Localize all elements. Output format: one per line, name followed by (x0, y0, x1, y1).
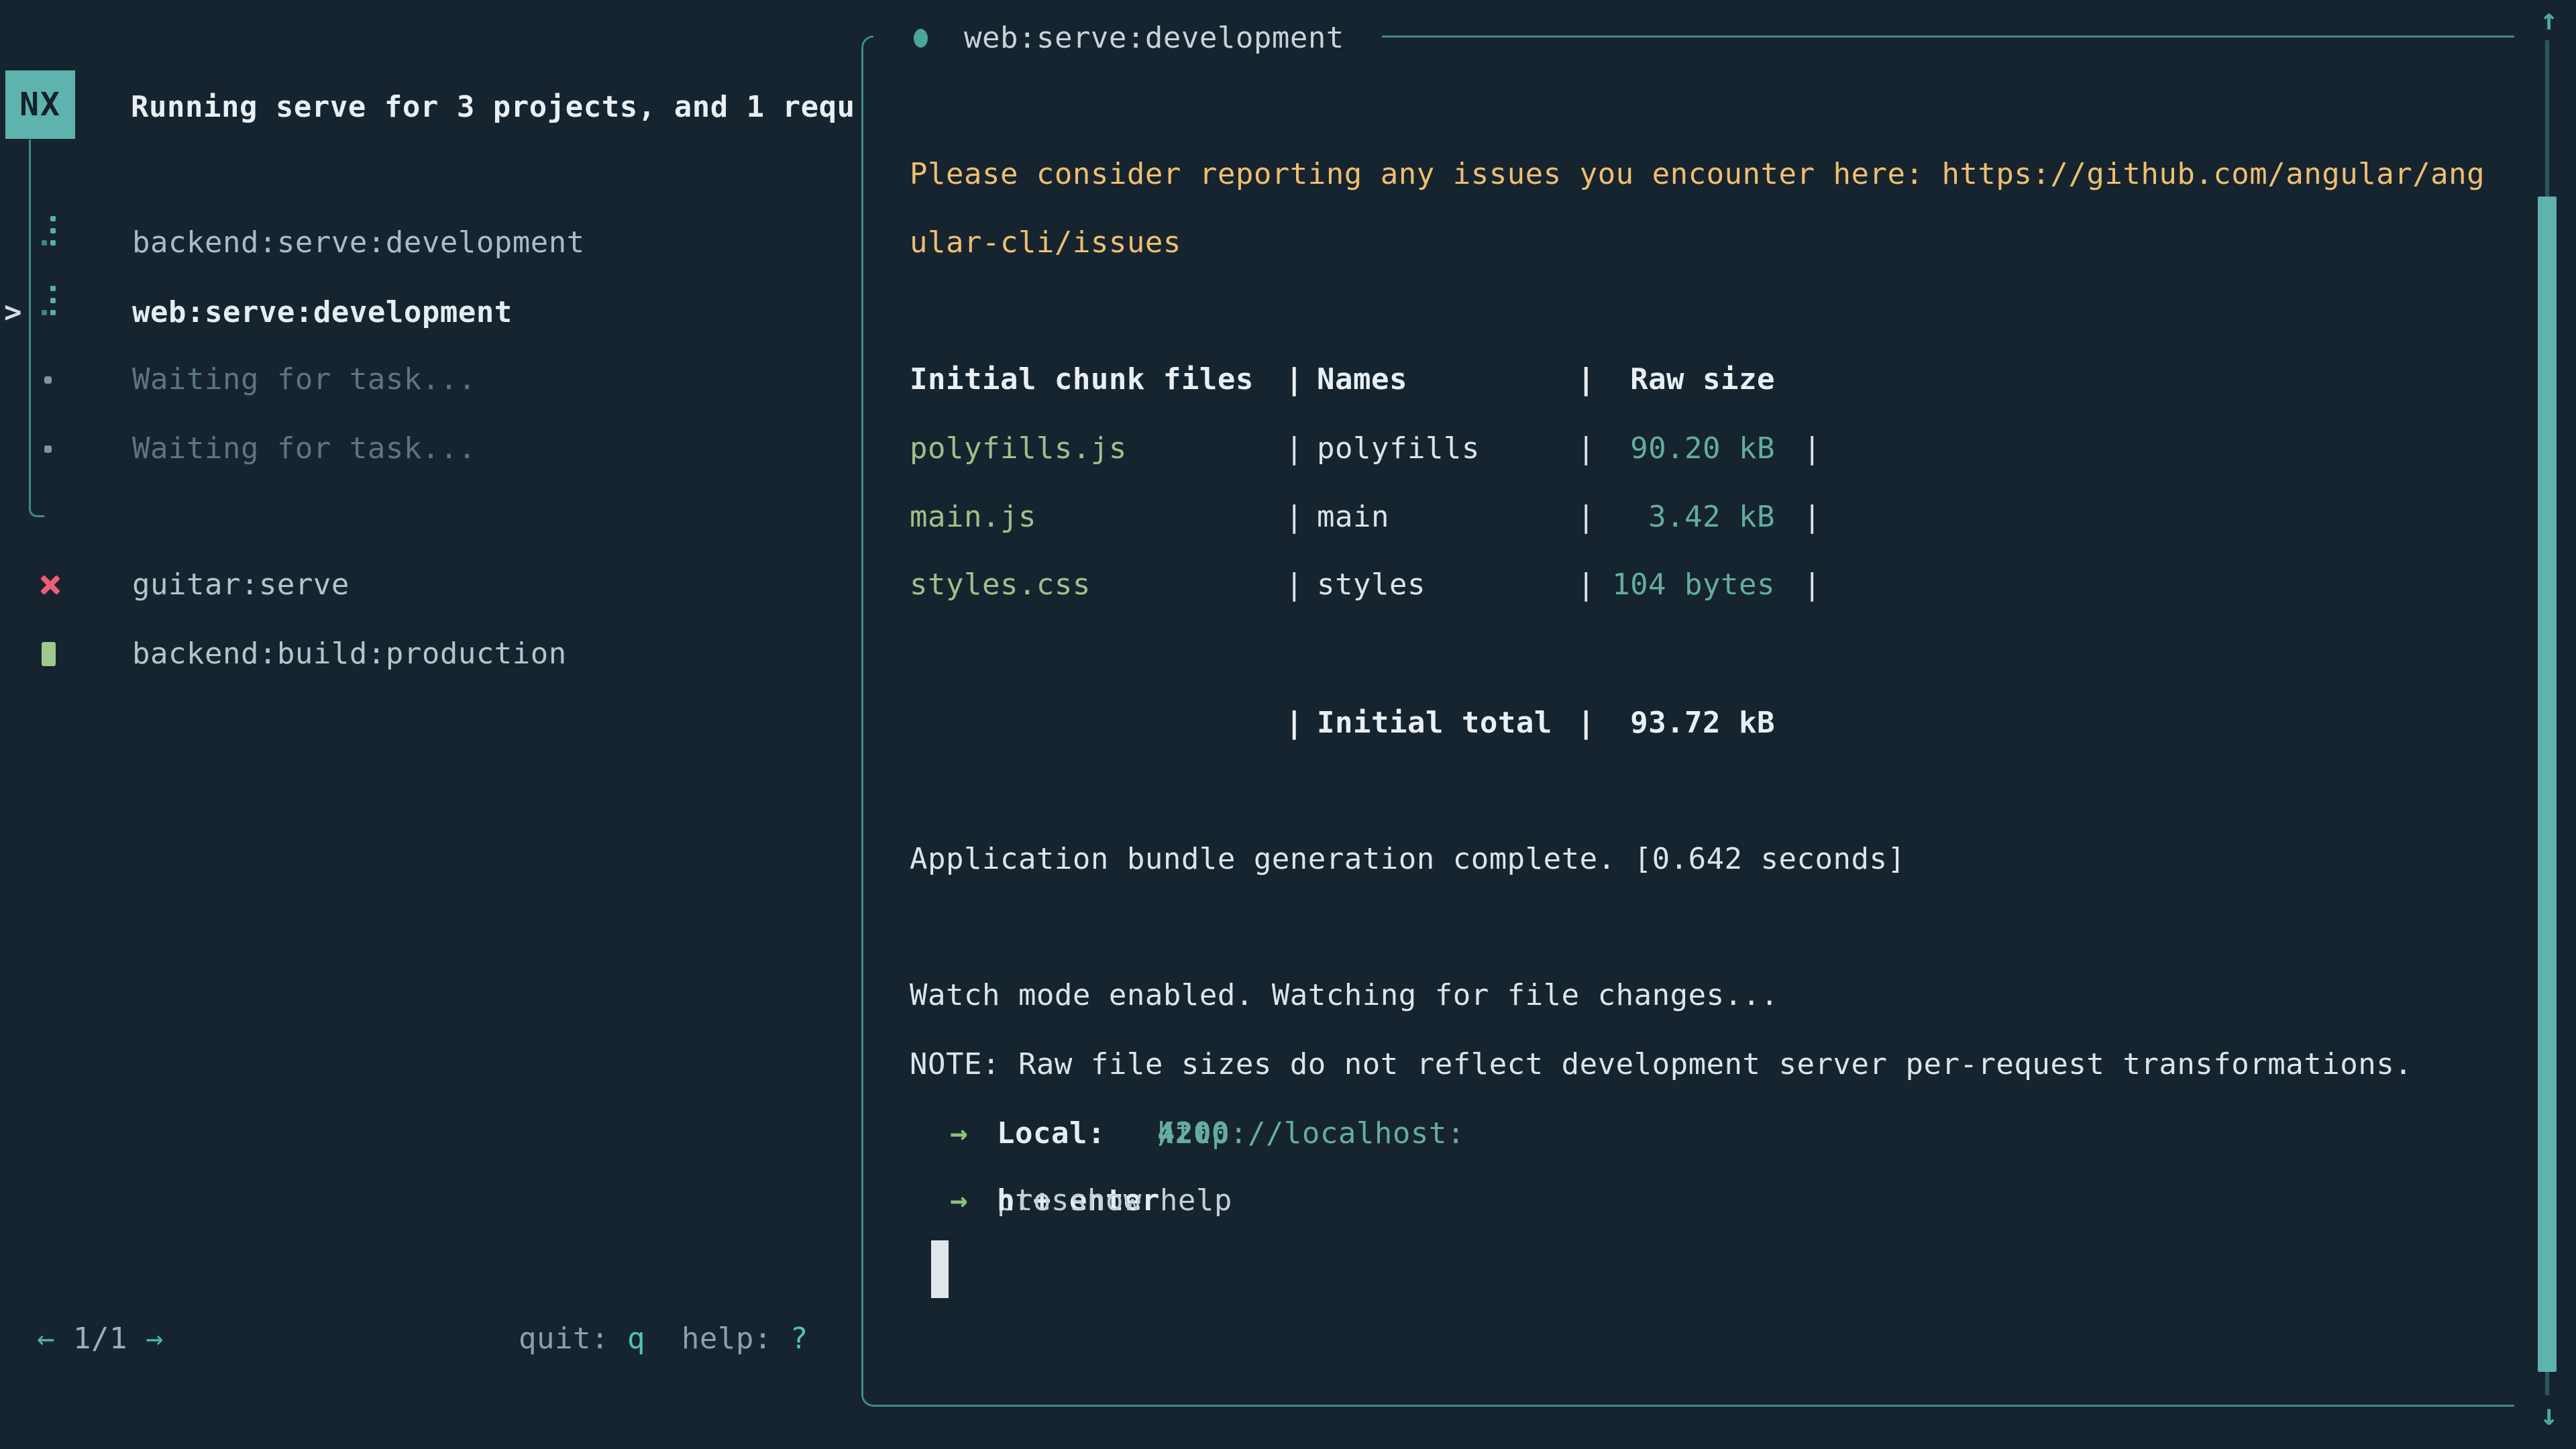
page-position: 1/1 (73, 1322, 127, 1356)
nx-tui-window: NX Running serve for 3 projects, and 1 r… (0, 0, 2576, 1449)
prev-page-arrow-icon[interactable]: ← (37, 1322, 55, 1356)
failed-x-icon (39, 574, 62, 596)
bundle-complete-line: Application bundle generation complete. … (910, 841, 1905, 878)
pagination: ← 1/1 → (37, 1320, 164, 1358)
keyboard-shortcuts: quit: q help: ? (519, 1320, 808, 1358)
local-label: Local: (997, 1115, 1106, 1152)
initial-total-size: 93.72 kB (1597, 704, 1775, 742)
task-label: backend:serve:development (132, 205, 585, 280)
nx-logo: NX (5, 70, 75, 139)
col-rawsize-header: Raw size (1597, 361, 1775, 398)
chunk-table-row: polyfills.js | polyfills | 90.20 kB | (910, 430, 2576, 468)
task-tree-guide-corner (29, 498, 44, 517)
chunk-name: main (1317, 498, 1389, 536)
task-row-web-serve[interactable]: > web:serve:development (0, 275, 861, 350)
issues-report-line-1: Please consider reporting any issues you… (910, 156, 2485, 193)
local-url-line: → Local: http://localhost:4200/ (910, 1115, 2576, 1152)
pipe-separator: | (1285, 361, 1303, 398)
task-row-backend-build[interactable]: backend:build:production (0, 616, 861, 692)
quit-label: quit: (519, 1322, 627, 1356)
watch-mode-line: Watch mode enabled. Watching for file ch… (910, 977, 1779, 1014)
chunk-name: styles (1317, 566, 1426, 604)
scroll-down-arrow-icon[interactable]: ↓ (2529, 1397, 2569, 1434)
scrollbar-thumb[interactable] (2538, 197, 2557, 1372)
waiting-dot-icon (44, 445, 52, 453)
success-square-icon (42, 642, 56, 666)
task-row-waiting-2[interactable]: Waiting for task... (0, 411, 861, 486)
task-row-waiting-1[interactable]: Waiting for task... (0, 342, 861, 417)
pipe-separator: | (1803, 430, 1821, 468)
chunk-file: main.js (910, 498, 1036, 536)
pipe-separator: | (1803, 566, 1821, 604)
chunk-table-header: Initial chunk files | Names | Raw size (910, 361, 2576, 398)
chunk-name: polyfills (1317, 430, 1480, 468)
task-label: Waiting for task... (132, 411, 476, 486)
spinner-icon (0, 275, 67, 350)
task-label: backend:build:production (132, 616, 567, 692)
terminal-cursor (931, 1240, 949, 1298)
chunk-size: 104 bytes (1597, 566, 1775, 604)
help-hint-line: → press h + enter to show help (910, 1182, 2576, 1220)
scroll-up-arrow-icon[interactable]: ↑ (2529, 1, 2569, 39)
pipe-separator: | (1285, 704, 1303, 742)
pipe-separator: | (1285, 566, 1303, 604)
col-names-header: Names (1317, 361, 1407, 398)
chunk-size: 90.20 kB (1597, 430, 1775, 468)
next-page-arrow-icon[interactable]: → (146, 1322, 164, 1356)
col-files-header: Initial chunk files (910, 361, 1254, 398)
nx-logo-text: NX (19, 86, 61, 123)
help-key: ? (790, 1322, 808, 1356)
chunk-file: styles.css (910, 566, 1091, 604)
task-row-backend-serve[interactable]: backend:serve:development (0, 205, 861, 280)
task-label: guitar:serve (132, 547, 350, 623)
pipe-separator: | (1577, 704, 1595, 742)
pipe-separator: | (1285, 498, 1303, 536)
chunk-size: 3.42 kB (1597, 498, 1775, 536)
initial-total-row: | Initial total | 93.72 kB (910, 704, 2576, 742)
chunk-table-row: styles.css | styles | 104 bytes | (910, 566, 2576, 604)
quit-key: q (627, 1322, 645, 1356)
pipe-separator: | (1577, 361, 1595, 398)
chunk-file: polyfills.js (910, 430, 1127, 468)
terminal-output: Please consider reporting any issues you… (910, 0, 2576, 1449)
pipe-separator: | (1803, 498, 1821, 536)
pipe-separator: | (1577, 430, 1595, 468)
chunk-table-row: main.js | main | 3.42 kB | (910, 498, 2576, 536)
arrow-right-icon: → (950, 1182, 968, 1220)
note-line: NOTE: Raw file sizes do not reflect deve… (910, 1046, 2412, 1083)
pipe-separator: | (1285, 430, 1303, 468)
task-label: web:serve:development (132, 275, 513, 350)
help-label: help: (645, 1322, 790, 1356)
issues-report-line-2: ular-cli/issues (910, 224, 1181, 262)
pipe-separator: | (1577, 498, 1595, 536)
spinner-icon (0, 205, 67, 280)
pipe-separator: | (1577, 566, 1595, 604)
task-label: Waiting for task... (132, 342, 476, 417)
task-row-guitar-serve[interactable]: guitar:serve (0, 547, 861, 623)
initial-total-label: Initial total (1317, 704, 1552, 742)
app-header-title: Running serve for 3 projects, and 1 requ (131, 89, 859, 126)
arrow-right-icon: → (950, 1115, 968, 1152)
waiting-dot-icon (44, 376, 52, 384)
